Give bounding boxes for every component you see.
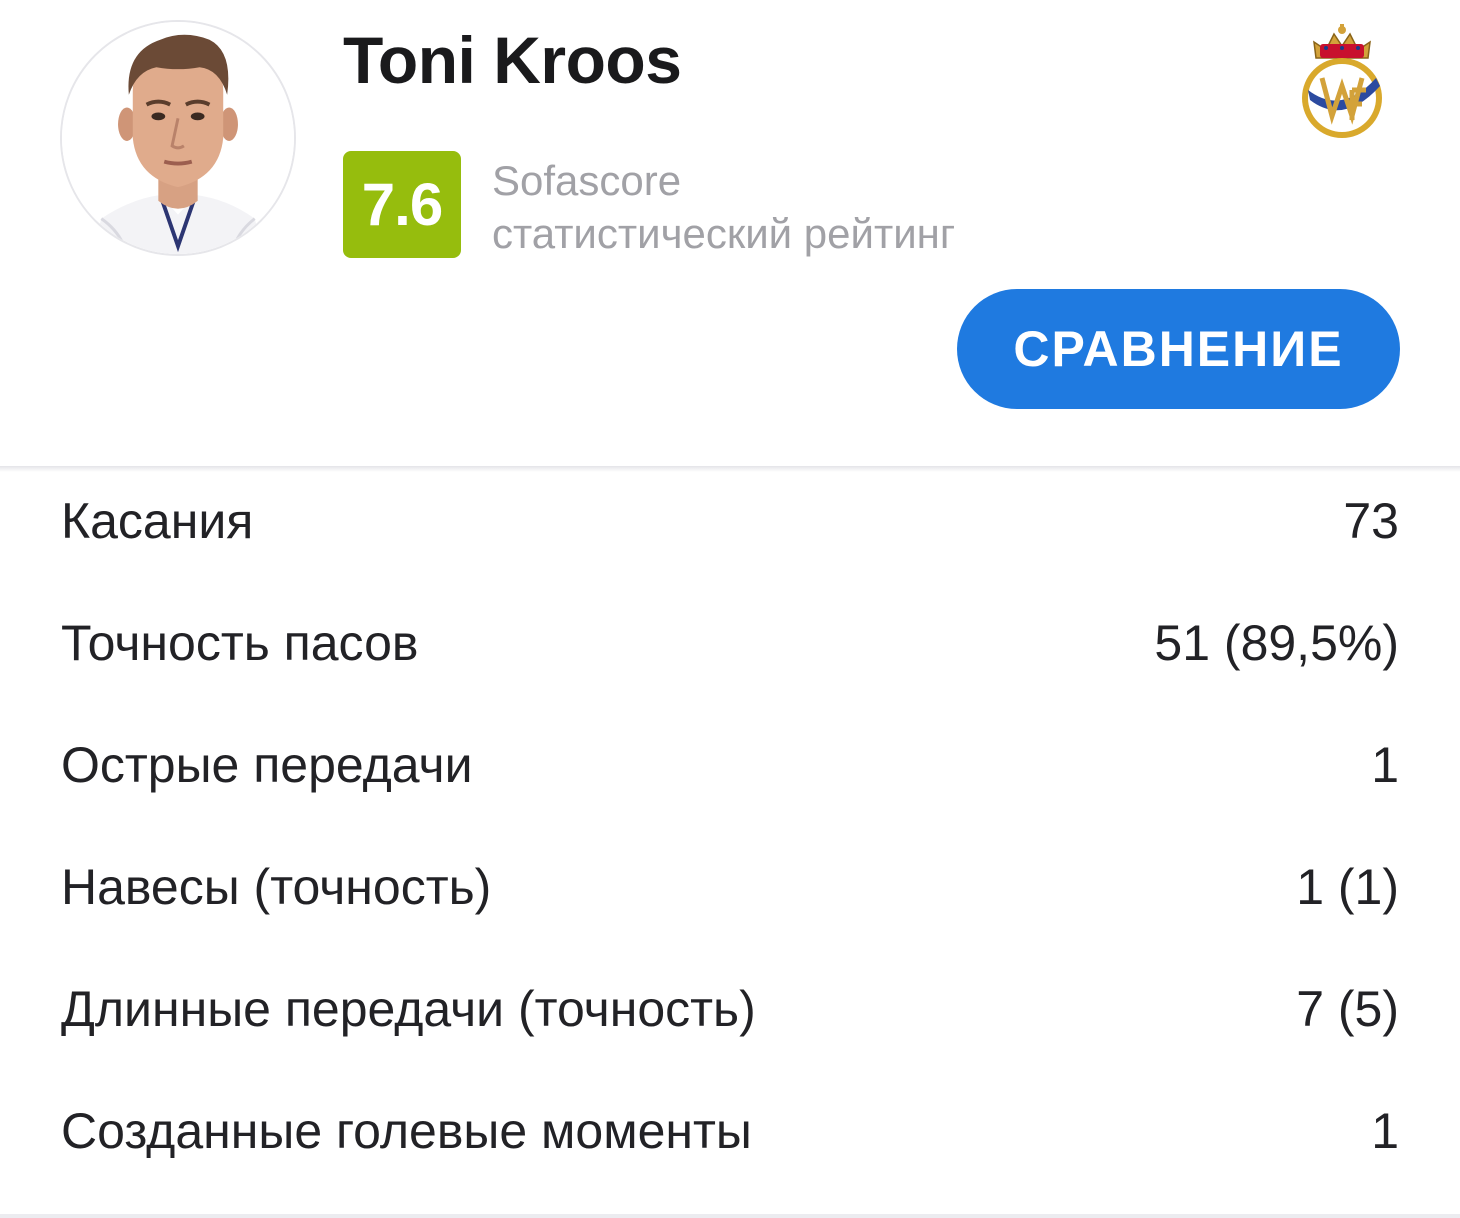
- stat-label: Точность пасов: [61, 615, 419, 671]
- stat-label: Острые передачи: [61, 737, 473, 793]
- stat-label: Касания: [61, 493, 254, 549]
- compare-button[interactable]: СРАВНЕНИЕ: [957, 289, 1400, 409]
- stat-row-long-balls[interactable]: Длинные передачи (точность) 7 (5): [0, 950, 1460, 1072]
- stat-row-touches[interactable]: Касания 73: [0, 462, 1460, 584]
- stats-list: Касания 73 Точность пасов 51 (89,5%) Ост…: [0, 462, 1460, 1194]
- stat-row-key-passes[interactable]: Острые передачи 1: [0, 706, 1460, 828]
- player-name: Toni Kroos: [343, 23, 682, 97]
- rating-source: Sofascore статистический рейтинг: [492, 154, 955, 260]
- stat-label: Навесы (точность): [61, 859, 492, 915]
- stat-label: Длинные передачи (точность): [61, 981, 756, 1037]
- club-logo-icon[interactable]: [1296, 20, 1388, 140]
- player-avatar: [60, 20, 296, 256]
- stat-value: 1: [1371, 737, 1399, 793]
- stat-value: 7 (5): [1296, 981, 1399, 1037]
- stat-row-crosses[interactable]: Навесы (точность) 1 (1): [0, 828, 1460, 950]
- bottom-divider: [0, 1214, 1460, 1218]
- stat-row-big-chances-created[interactable]: Созданные голевые моменты 1: [0, 1072, 1460, 1194]
- rating-source-brand: Sofascore: [492, 157, 682, 204]
- stat-value: 1: [1371, 1103, 1399, 1159]
- rating-source-caption: статистический рейтинг: [492, 210, 956, 257]
- rating-badge: 7.6: [343, 151, 461, 258]
- stat-value: 73: [1343, 493, 1399, 549]
- player-header: Toni Kroos 7.6 Sofascore статистический …: [0, 0, 1460, 468]
- stat-value: 1 (1): [1296, 859, 1399, 915]
- player-photo: [62, 22, 294, 254]
- stat-label: Созданные голевые моменты: [61, 1103, 752, 1159]
- stat-row-pass-accuracy[interactable]: Точность пасов 51 (89,5%): [0, 584, 1460, 706]
- player-stats-screen: Toni Kroos 7.6 Sofascore статистический …: [0, 0, 1460, 1218]
- stat-value: 51 (89,5%): [1154, 615, 1399, 671]
